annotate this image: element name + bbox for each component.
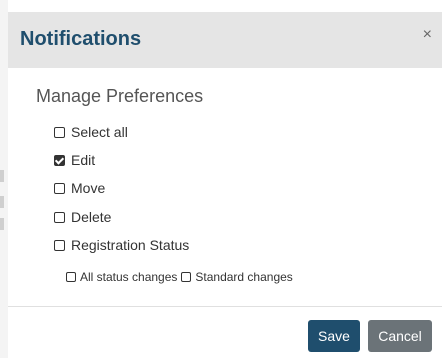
section-heading: Manage Preferences — [36, 86, 204, 106]
option-label: Registration Status — [71, 237, 190, 253]
close-icon[interactable]: × — [423, 26, 432, 44]
delete-checkbox[interactable] — [54, 211, 65, 223]
notifications-dialog: Notifications × Manage Preferences Selec… — [8, 12, 442, 358]
option-move[interactable]: Move — [54, 178, 105, 198]
background-page-edge — [0, 0, 8, 358]
sub-option-label: All status changes — [80, 270, 178, 284]
edge-mark — [0, 170, 4, 182]
save-button[interactable]: Save — [308, 320, 360, 352]
option-select-all[interactable]: Select all — [54, 122, 128, 142]
cancel-button[interactable]: Cancel — [368, 320, 432, 352]
edit-checkbox[interactable] — [54, 154, 65, 166]
option-edit[interactable]: Edit — [54, 150, 95, 170]
select-all-checkbox[interactable] — [54, 126, 65, 138]
standard-changes-checkbox[interactable] — [181, 272, 192, 282]
registration-status-checkbox[interactable] — [54, 239, 65, 251]
option-label: Delete — [71, 209, 112, 225]
status-sub-options: All status changes Standard changes — [66, 268, 293, 286]
dialog-header: Notifications × — [8, 12, 442, 68]
sub-option-label: Standard changes — [195, 270, 293, 284]
option-label: Select all — [71, 124, 128, 140]
option-label: Move — [71, 180, 106, 196]
move-checkbox[interactable] — [54, 182, 65, 194]
option-registration-status[interactable]: Registration Status — [54, 235, 189, 255]
option-delete[interactable]: Delete — [54, 207, 111, 227]
edge-mark — [0, 196, 4, 208]
footer-divider — [8, 306, 442, 307]
all-status-changes-checkbox[interactable] — [66, 272, 76, 282]
edge-mark — [0, 218, 4, 230]
dialog-title: Notifications — [20, 28, 142, 50]
option-label: Edit — [71, 152, 96, 168]
